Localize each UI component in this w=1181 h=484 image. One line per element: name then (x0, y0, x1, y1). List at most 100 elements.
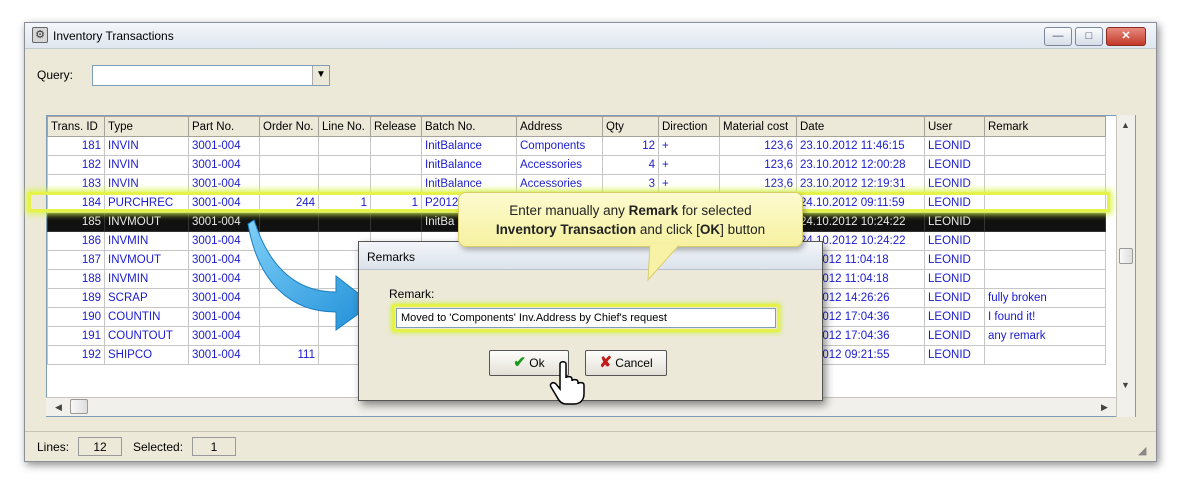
table-cell: 3001-004 (188, 345, 260, 365)
table-cell: 3001-004 (188, 193, 260, 213)
column-header[interactable]: Remark (984, 116, 1106, 137)
table-cell: LEONID (924, 250, 985, 270)
table-cell (370, 136, 422, 156)
column-header[interactable]: Date (796, 116, 925, 137)
table-row[interactable]: 181 INVIN 3001-004 InitBalance Components 12 +… (47, 136, 1106, 156)
query-dropdown[interactable]: ▼ (92, 65, 330, 86)
table-cell (984, 250, 1106, 270)
table-cell: 185 (47, 212, 105, 232)
table-cell (370, 174, 422, 194)
column-header[interactable]: Direction (658, 116, 720, 137)
table-cell (370, 155, 422, 175)
table-cell: LEONID (924, 155, 985, 175)
title-bar[interactable]: ⚙ Inventory Transactions — □ ✕ (25, 23, 1156, 49)
remark-field[interactable]: Moved to 'Components' Inv.Address by Chi… (396, 308, 776, 328)
lines-label: Lines: (37, 440, 70, 454)
table-cell: Components (516, 136, 603, 156)
column-header[interactable]: Trans. ID (47, 116, 105, 137)
table-cell: LEONID (924, 174, 985, 194)
cancel-button[interactable]: ✘ Cancel (585, 350, 667, 376)
table-cell: SCRAP (104, 288, 189, 308)
table-cell (984, 345, 1106, 365)
table-cell (984, 231, 1106, 251)
table-cell: 3001-004 (188, 155, 260, 175)
table-cell: INVIN (104, 136, 189, 156)
table-cell: 23.10.2012 12:00:28 (796, 155, 925, 175)
table-cell (984, 155, 1106, 175)
vertical-scroll-thumb[interactable] (1119, 248, 1133, 264)
column-header[interactable]: Release (370, 116, 422, 137)
table-cell: INVIN (104, 155, 189, 175)
column-header[interactable]: Type (104, 116, 189, 137)
table-cell (318, 155, 371, 175)
close-button[interactable]: ✕ (1106, 27, 1146, 46)
table-cell: 189 (47, 288, 105, 308)
table-cell (984, 136, 1106, 156)
column-header[interactable]: Material cost (719, 116, 797, 137)
table-cell (984, 174, 1106, 194)
resize-grip-icon[interactable]: ◢ (1138, 444, 1146, 457)
scroll-down-icon[interactable]: ▼ (1117, 377, 1134, 394)
table-cell: 181 (47, 136, 105, 156)
table-cell: 184 (47, 193, 105, 213)
scroll-left-icon[interactable]: ◀ (50, 399, 67, 416)
table-cell: INVMOUT (104, 212, 189, 232)
chevron-down-icon[interactable]: ▼ (312, 66, 329, 85)
column-header[interactable]: Batch No. (421, 116, 517, 137)
table-cell: 1 (370, 193, 422, 213)
table-row[interactable]: 182 INVIN 3001-004 InitBalance Accessories 4 +… (47, 155, 1106, 175)
scroll-up-icon[interactable]: ▲ (1117, 117, 1134, 134)
column-header[interactable]: Qty (602, 116, 659, 137)
table-cell: 183 (47, 174, 105, 194)
table-cell: InitBalance (421, 174, 517, 194)
table-cell: 182 (47, 155, 105, 175)
table-cell: INVMIN (104, 231, 189, 251)
maximize-button[interactable]: □ (1075, 27, 1103, 46)
table-cell (984, 269, 1106, 289)
cancel-label: Cancel (615, 356, 653, 370)
status-bar: Lines: 12 Selected: 1 ◢ (25, 431, 1156, 461)
table-cell: LEONID (924, 193, 985, 213)
table-cell: LEONID (924, 269, 985, 289)
table-cell: 3001-004 (188, 136, 260, 156)
table-cell: LEONID (924, 212, 985, 232)
dialog-title: Remarks (367, 250, 416, 264)
horizontal-scroll-thumb[interactable] (70, 399, 88, 414)
vertical-scrollbar[interactable]: ▲ ▼ (1116, 115, 1135, 417)
column-header[interactable]: Address (516, 116, 603, 137)
hand-cursor-icon (549, 361, 585, 405)
table-cell (259, 155, 319, 175)
table-cell: SHIPCO (104, 345, 189, 365)
table-cell: LEONID (924, 288, 985, 308)
table-cell: InitBalance (421, 155, 517, 175)
query-label: Query: (37, 68, 74, 82)
table-cell: + (658, 136, 720, 156)
remark-label: Remark: (389, 287, 435, 301)
callout-line-2: Inventory Transaction and click [OK] but… (495, 222, 766, 237)
table-cell: 1 (318, 193, 371, 213)
table-cell: any remark (984, 326, 1106, 346)
column-header[interactable]: User (924, 116, 985, 137)
table-cell: 3 (602, 174, 659, 194)
table-cell: LEONID (924, 307, 985, 327)
minimize-button[interactable]: — (1044, 27, 1072, 46)
table-cell: 244 (259, 193, 319, 213)
app-gear-icon: ⚙ (32, 27, 48, 43)
table-row[interactable]: 183 INVIN 3001-004 InitBalance Accessories 3 +… (47, 174, 1106, 194)
table-cell: LEONID (924, 345, 985, 365)
column-header[interactable]: Part No. (188, 116, 260, 137)
selected-label: Selected: (133, 440, 184, 454)
table-cell: 187 (47, 250, 105, 270)
callout-pointer (647, 244, 681, 282)
table-cell: 191 (47, 326, 105, 346)
cancel-x-icon: ✘ (599, 354, 612, 371)
scroll-right-icon[interactable]: ▶ (1096, 399, 1113, 416)
column-header[interactable]: Order No. (259, 116, 319, 137)
window-title: Inventory Transactions (53, 29, 174, 43)
table-cell (318, 136, 371, 156)
table-cell: 24.10.2012 09:11:59 (796, 193, 925, 213)
table-cell: INVIN (104, 174, 189, 194)
ok-label: Ok (529, 356, 545, 370)
column-header[interactable]: Line No. (318, 116, 371, 137)
table-cell: LEONID (924, 326, 985, 346)
